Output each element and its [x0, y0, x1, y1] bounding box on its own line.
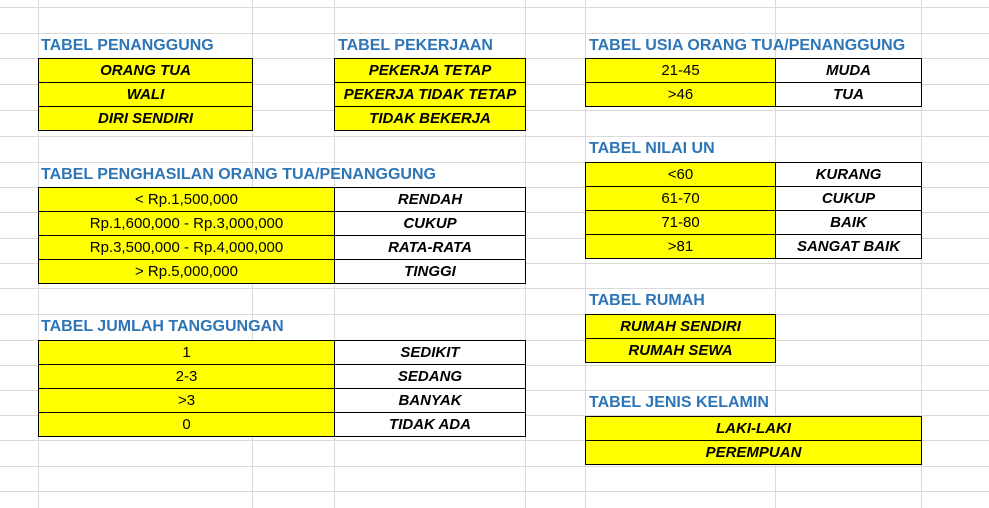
cell-penghasilan-label[interactable]: RATA-RATA: [334, 235, 526, 260]
cell-nilai-range[interactable]: 71-80: [585, 210, 776, 235]
cell-tanggungan-range[interactable]: 1: [38, 340, 335, 365]
table-title-rumah: TABEL RUMAH: [589, 292, 705, 309]
table-title-pekerjaan: TABEL PEKERJAAN: [338, 37, 493, 54]
cell-nilai-label[interactable]: KURANG: [775, 162, 922, 187]
table-nilai-un: <60 KURANG 61-70 CUKUP 71-80 BAIK >81 SA…: [585, 162, 922, 259]
cell-nilai-range[interactable]: >81: [585, 234, 776, 259]
cell-pekerja-tetap[interactable]: PEKERJA TETAP: [334, 58, 526, 83]
cell-tanggungan-label[interactable]: TIDAK ADA: [334, 412, 526, 437]
cell-penghasilan-range[interactable]: < Rp.1,500,000: [38, 187, 335, 212]
table-title-usia: TABEL USIA ORANG TUA/PENANGGUNG: [589, 37, 906, 54]
table-tanggungan: 1 SEDIKIT 2-3 SEDANG >3 BANYAK 0 TIDAK A…: [38, 340, 526, 437]
table-title-nilai-un: TABEL NILAI UN: [589, 140, 715, 157]
cell-usia-range[interactable]: >46: [585, 82, 776, 107]
table-title-jenis-kelamin: TABEL JENIS KELAMIN: [589, 394, 769, 411]
cell-penghasilan-range[interactable]: Rp.1,600,000 - Rp.3,000,000: [38, 211, 335, 236]
cell-penghasilan-range[interactable]: Rp.3,500,000 - Rp.4,000,000: [38, 235, 335, 260]
table-rumah: RUMAH SENDIRI RUMAH SEWA: [585, 314, 776, 363]
cell-wali[interactable]: WALI: [38, 82, 253, 107]
cell-nilai-label[interactable]: SANGAT BAIK: [775, 234, 922, 259]
cell-diri-sendiri[interactable]: DIRI SENDIRI: [38, 106, 253, 131]
cell-rumah-sewa[interactable]: RUMAH SEWA: [585, 338, 776, 363]
table-penghasilan: < Rp.1,500,000 RENDAH Rp.1,600,000 - Rp.…: [38, 187, 526, 284]
cell-usia-range[interactable]: 21-45: [585, 58, 776, 83]
cell-laki-laki[interactable]: LAKI-LAKI: [585, 416, 922, 441]
cell-orang-tua[interactable]: ORANG TUA: [38, 58, 253, 83]
table-jenis-kelamin: LAKI-LAKI PEREMPUAN: [585, 416, 922, 465]
table-title-penghasilan: TABEL PENGHASILAN ORANG TUA/PENANGGUNG: [41, 166, 436, 183]
table-title-penanggung: TABEL PENANGGUNG: [41, 37, 214, 54]
cell-penghasilan-label[interactable]: RENDAH: [334, 187, 526, 212]
cell-usia-label[interactable]: MUDA: [775, 58, 922, 83]
gridline: [0, 288, 989, 289]
cell-tanggungan-label[interactable]: SEDANG: [334, 364, 526, 389]
cell-nilai-label[interactable]: BAIK: [775, 210, 922, 235]
cell-tanggungan-range[interactable]: 0: [38, 412, 335, 437]
cell-nilai-range[interactable]: <60: [585, 162, 776, 187]
gridline: [0, 491, 989, 492]
cell-nilai-range[interactable]: 61-70: [585, 186, 776, 211]
cell-perempuan[interactable]: PEREMPUAN: [585, 440, 922, 465]
cell-penghasilan-label[interactable]: CUKUP: [334, 211, 526, 236]
table-usia: 21-45 MUDA >46 TUA: [585, 58, 922, 107]
cell-rumah-sendiri[interactable]: RUMAH SENDIRI: [585, 314, 776, 339]
cell-nilai-label[interactable]: CUKUP: [775, 186, 922, 211]
cell-tidak-bekerja[interactable]: TIDAK BEKERJA: [334, 106, 526, 131]
table-penanggung: ORANG TUA WALI DIRI SENDIRI: [38, 58, 253, 131]
cell-usia-label[interactable]: TUA: [775, 82, 922, 107]
cell-tanggungan-range[interactable]: >3: [38, 388, 335, 413]
cell-tanggungan-label[interactable]: BANYAK: [334, 388, 526, 413]
cell-tanggungan-label[interactable]: SEDIKIT: [334, 340, 526, 365]
cell-tanggungan-range[interactable]: 2-3: [38, 364, 335, 389]
gridline: [0, 136, 989, 137]
gridline: [0, 466, 989, 467]
table-title-tanggungan: TABEL JUMLAH TANGGUNGAN: [41, 318, 284, 335]
table-pekerjaan: PEKERJA TETAP PEKERJA TIDAK TETAP TIDAK …: [334, 58, 526, 131]
gridline: [0, 7, 989, 8]
cell-penghasilan-label[interactable]: TINGGI: [334, 259, 526, 284]
cell-penghasilan-range[interactable]: > Rp.5,000,000: [38, 259, 335, 284]
cell-pekerja-tidak-tetap[interactable]: PEKERJA TIDAK TETAP: [334, 82, 526, 107]
